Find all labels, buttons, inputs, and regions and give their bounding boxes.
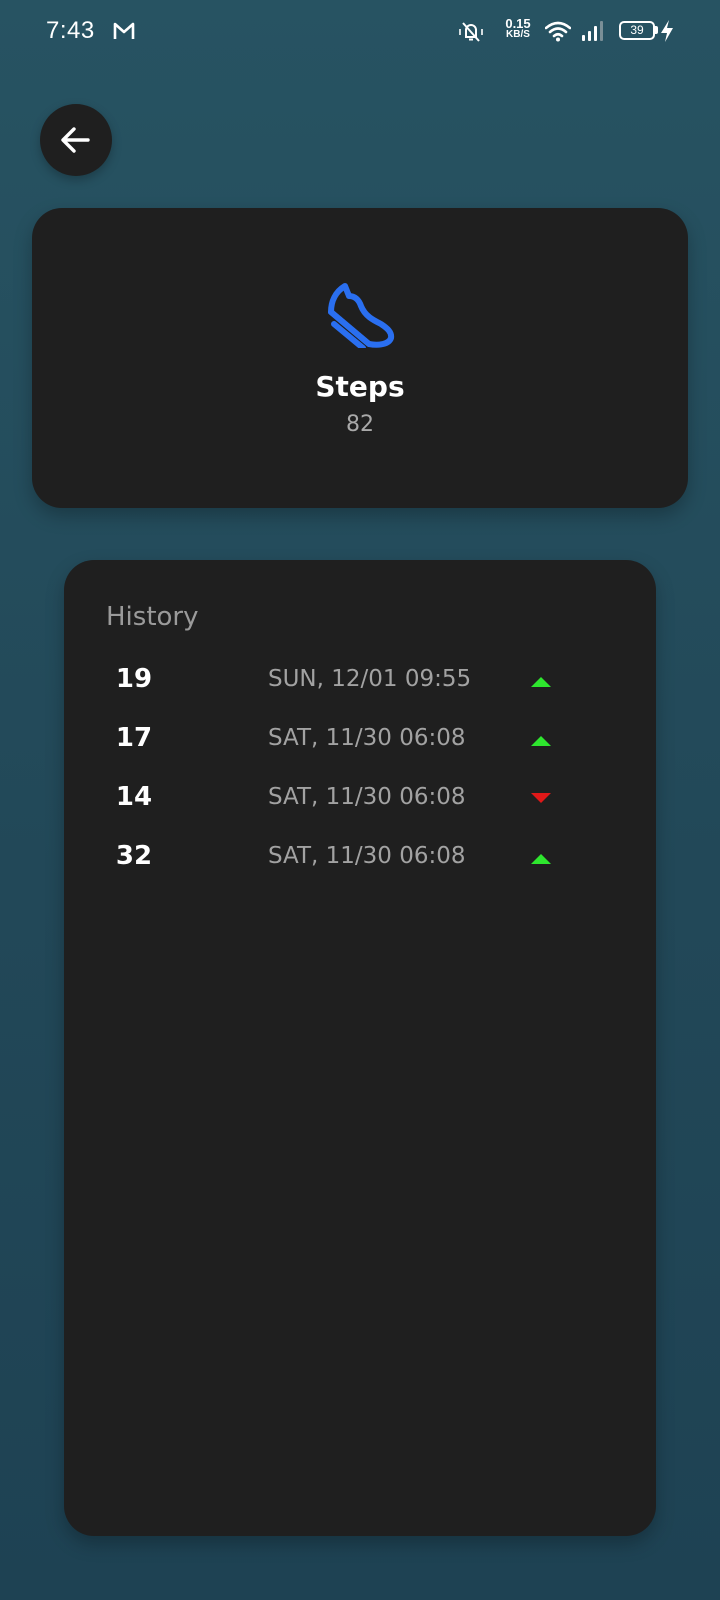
trend-up-icon [531,677,551,687]
signal-icon [582,21,603,41]
trend-up-arrow [531,854,551,864]
battery-tip [655,26,658,34]
steps-value: 82 [346,412,374,437]
shoe-icon [328,283,395,348]
trend-down-arrow [531,793,551,803]
history-step-value: 14 [115,782,153,812]
trend-up-icon [531,854,551,864]
history-date: SAT, 11/30 06:08 [268,784,466,810]
trend-down-icon [531,793,551,803]
gmail-icon [113,22,135,39]
history-step-value: 32 [115,841,153,871]
trend-up-arrow [531,736,551,746]
history-card: History 19 SUN, 12/01 09:55 17 SAT, 11/3… [64,560,656,1536]
steps-title: Steps [315,370,405,403]
trend-up-arrow [531,677,551,687]
history-row[interactable]: 19 SUN, 12/01 09:55 [64,660,656,719]
network-speed-unit: KB/S [506,29,530,40]
network-speed-value: 0.15 [505,16,531,31]
history-date: SUN, 12/01 09:55 [268,666,472,692]
history-row[interactable]: 32 SAT, 11/30 06:08 [64,837,656,896]
history-step-value: 19 [115,664,153,694]
history-list: 19 SUN, 12/01 09:55 17 SAT, 11/30 06:08 … [64,660,656,896]
status-time: 7:43 [46,17,95,44]
history-date: SAT, 11/30 06:08 [268,843,466,869]
history-title: History [106,602,199,632]
trend-up-icon [531,736,551,746]
battery-level: 39 [630,23,644,37]
bell-off-icon [459,22,483,42]
arrow-left-icon [61,127,90,153]
battery-icon: 39 [619,21,655,40]
charging-bolt-icon [661,20,673,42]
history-step-value: 17 [115,723,153,753]
wifi-icon [545,21,571,42]
network-speed: 0.15 KB/S [502,16,534,40]
history-row[interactable]: 17 SAT, 11/30 06:08 [64,719,656,778]
history-date: SAT, 11/30 06:08 [268,725,466,751]
history-row[interactable]: 14 SAT, 11/30 06:08 [64,778,656,837]
back-button[interactable] [40,104,112,176]
steps-card: Steps 82 [32,208,688,508]
status-bar: 7:43 0.15 KB/S 39 [0,0,720,64]
